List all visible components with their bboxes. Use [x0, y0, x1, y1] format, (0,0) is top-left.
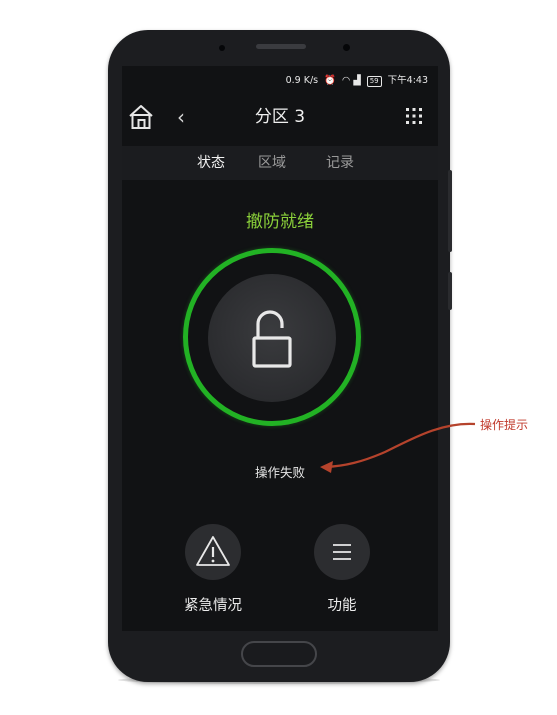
sensor [343, 44, 350, 51]
emergency-label: 紧急情况 [184, 598, 242, 614]
status-bar: 0.9 K/s ⏰ ◠ ▟ 59 下午4:43 [122, 66, 438, 90]
battery-icon: 59 [366, 76, 382, 87]
signal-icon: ▟ [353, 75, 361, 86]
functions-button[interactable] [314, 524, 370, 580]
page-title: 分区 3 [254, 107, 306, 127]
clock: 下午4:43 [387, 75, 428, 86]
warning-icon [196, 536, 230, 566]
annotation-label: 操作提示 [480, 418, 529, 432]
emergency-button[interactable] [185, 524, 241, 580]
apps-menu-button[interactable] [404, 106, 424, 126]
operation-result: 操作失败 [254, 465, 305, 480]
earpiece-speaker [256, 44, 306, 49]
home-key[interactable] [241, 641, 317, 667]
volume-button [448, 170, 452, 252]
arm-state-label: 撤防就绪 [246, 212, 314, 232]
battery-level: 59 [369, 77, 379, 85]
tab-bar: 状态 区域 记录 [122, 146, 438, 180]
tab-records[interactable]: 记录 [326, 146, 354, 180]
app-screen: 0.9 K/s ⏰ ◠ ▟ 59 下午4:43 ‹ 分区 3 状态 区域 记录 … [122, 66, 438, 631]
front-camera [219, 45, 225, 51]
wifi-icon: ◠ [342, 75, 351, 86]
menu-icon [333, 544, 351, 560]
app-header: ‹ 分区 3 [122, 94, 438, 140]
arm-toggle-button[interactable] [208, 274, 336, 402]
unlock-icon [252, 310, 292, 368]
status-indicators: 0.9 K/s ⏰ ◠ ▟ 59 下午4:43 [286, 72, 428, 87]
power-button [448, 272, 452, 310]
functions-label: 功能 [327, 598, 357, 614]
grid-icon [406, 108, 422, 124]
network-speed: 0.9 K/s [285, 75, 319, 86]
alarm-icon: ⏰ [324, 75, 336, 86]
tab-status[interactable]: 状态 [197, 146, 225, 180]
tab-zones[interactable]: 区域 [258, 146, 286, 180]
